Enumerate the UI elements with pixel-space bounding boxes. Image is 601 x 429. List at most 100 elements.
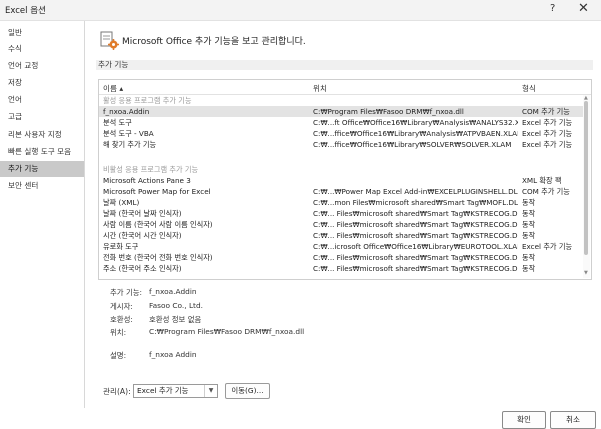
- row-type: 동작: [522, 253, 536, 262]
- manage-select-value: Excel 추가 기능: [137, 386, 189, 395]
- row-type: Excel 추가 기능: [522, 129, 573, 138]
- table-row[interactable]: 해 찾기 추가 기능 C:₩...ffice₩Office16₩Library₩…: [99, 139, 583, 150]
- row-location: C:₩... Files₩microsoft shared₩Smart Tag₩…: [313, 264, 518, 273]
- group-header: 활성 응용 프로그램 추가 기능: [99, 95, 583, 106]
- row-type: 동작: [522, 209, 536, 218]
- column-name-header[interactable]: 이름 ▴: [103, 83, 123, 94]
- detail-description: 설명: f_nxoa Addin: [110, 350, 510, 362]
- row-name: 날짜 (XML): [103, 198, 140, 207]
- sidebar-item-quick-access[interactable]: 빠른 실행 도구 모음: [0, 144, 84, 160]
- detail-publisher: 게시자: Fasoo Co., Ltd.: [110, 301, 510, 313]
- chevron-down-icon[interactable]: ▼: [204, 385, 217, 397]
- group-header: 비활성 응용 프로그램 추가 기능: [99, 164, 583, 175]
- go-button[interactable]: 이동(G)...: [225, 383, 270, 399]
- row-type: Excel 추가 기능: [522, 140, 573, 149]
- sidebar-item-general[interactable]: 일반: [0, 25, 84, 41]
- row-name: 주소 (한국어 주소 인식자): [103, 264, 182, 273]
- row-type: XML 확장 팩: [522, 176, 562, 185]
- row-name: Microsoft Actions Pane 3: [103, 176, 191, 185]
- row-name: 전화 번호 (한국어 전화 번호 인식자): [103, 253, 213, 262]
- help-button[interactable]: ?: [550, 3, 555, 14]
- row-location: C:₩...₩Power Map Excel Add-in₩EXCELPLUGI…: [313, 187, 518, 196]
- gear-addin-icon: [100, 31, 119, 50]
- row-name: f_nxoa.Addin: [103, 107, 150, 116]
- table-row[interactable]: 분석 도구 - VBA C:₩...ffice₩Office16₩Library…: [99, 128, 583, 139]
- window-title: Excel 옵션: [5, 6, 46, 16]
- row-type: 동작: [522, 220, 536, 229]
- table-row[interactable]: 분석 도구 C:₩...ft Office₩Office16₩Library₩A…: [99, 117, 583, 128]
- table-row[interactable]: Microsoft Power Map for Excel C:₩...₩Pow…: [99, 186, 583, 197]
- group-label: 비활성 응용 프로그램 추가 기능: [103, 165, 199, 174]
- row-location: C:₩... Files₩microsoft shared₩Smart Tag₩…: [313, 231, 518, 240]
- table-row[interactable]: 날짜 (XML) C:₩...mon Files₩microsoft share…: [99, 197, 583, 208]
- section-heading: 추가 기능: [96, 60, 593, 70]
- detail-value: C:₩Program Files₩Fasoo DRM₩f_nxoa.dll: [149, 327, 305, 336]
- row-name: 해 찾기 추가 기능: [103, 140, 157, 149]
- row-type: 동작: [522, 264, 536, 273]
- page-title: Microsoft Office 추가 기능을 보고 관리합니다.: [122, 37, 306, 47]
- sidebar-item-customize-ribbon[interactable]: 리본 사용자 지정: [0, 127, 84, 143]
- scrollbar-thumb[interactable]: [584, 101, 588, 255]
- row-type: COM 추가 기능: [522, 107, 570, 116]
- sidebar-item-trust-center[interactable]: 보안 센터: [0, 178, 84, 194]
- sidebar-item-save[interactable]: 저장: [0, 75, 84, 91]
- row-name: 날짜 (한국어 날짜 인식자): [103, 209, 182, 218]
- table-row[interactable]: 유로화 도구 C:₩...icrosoft Office₩Office16₩Li…: [99, 241, 583, 252]
- row-name: 유로화 도구: [103, 242, 139, 251]
- sidebar-item-formulas[interactable]: 수식: [0, 41, 84, 57]
- detail-addin: 추가 기능: f_nxoa.Addin: [110, 287, 510, 299]
- row-location: C:₩...ft Office₩Office16₩Library₩Analysi…: [313, 118, 518, 127]
- row-type: 동작: [522, 198, 536, 207]
- detail-value: f_nxoa.Addin: [149, 287, 197, 296]
- table-row[interactable]: f_nxoa.Addin C:₩Program Files₩Fasoo DRM₩…: [99, 106, 583, 117]
- detail-value: 호환성 정보 없음: [149, 315, 202, 324]
- manage-select[interactable]: Excel 추가 기능 ▼: [133, 384, 218, 398]
- table-row[interactable]: 사람 이름 (한국어 사람 이름 인식자) C:₩... Files₩micro…: [99, 219, 583, 230]
- sidebar-item-proofing[interactable]: 언어 교정: [0, 58, 84, 74]
- detail-value: f_nxoa Addin: [149, 350, 197, 359]
- row-location: C:₩... Files₩microsoft shared₩Smart Tag₩…: [313, 253, 518, 262]
- row-location: C:₩... Files₩microsoft shared₩Smart Tag₩…: [313, 209, 518, 218]
- cancel-button[interactable]: 취소: [550, 411, 596, 429]
- row-name: Microsoft Power Map for Excel: [103, 187, 211, 196]
- row-location: C:₩Program Files₩Fasoo DRM₩f_nxoa.dll: [313, 107, 464, 116]
- group-label: 활성 응용 프로그램 추가 기능: [103, 96, 192, 105]
- sidebar-item-addins[interactable]: 추가 기능: [0, 161, 84, 177]
- table-row[interactable]: 날짜 (한국어 날짜 인식자) C:₩... Files₩microsoft s…: [99, 208, 583, 219]
- sidebar-item-advanced[interactable]: 고급: [0, 109, 84, 125]
- detail-label: 호환성:: [110, 315, 133, 324]
- row-type: Excel 추가 기능: [522, 118, 573, 127]
- row-location: C:₩... Files₩microsoft shared₩Smart Tag₩…: [313, 220, 518, 229]
- row-location: C:₩...ffice₩Office16₩Library₩Analysis₩AT…: [313, 129, 518, 138]
- list-scrollbar[interactable]: ▲ ▼: [583, 95, 590, 278]
- table-row[interactable]: Microsoft Actions Pane 3 XML 확장 팩: [99, 175, 583, 186]
- table-row[interactable]: 시간 (한국어 시간 인식자) C:₩... Files₩microsoft s…: [99, 230, 583, 241]
- detail-location: 위치: C:₩Program Files₩Fasoo DRM₩f_nxoa.dl…: [110, 327, 510, 339]
- manage-label: 관리(A):: [103, 387, 131, 396]
- sidebar-item-language[interactable]: 언어: [0, 92, 84, 108]
- row-type: COM 추가 기능: [522, 187, 570, 196]
- row-type: 동작: [522, 231, 536, 240]
- ok-button[interactable]: 확인: [502, 411, 546, 429]
- column-type-header[interactable]: 형식: [522, 83, 536, 94]
- title-bar: Excel 옵션 ? ✕: [0, 0, 601, 21]
- row-location: C:₩...ffice₩Office16₩Library₩SOLVER₩SOLV…: [313, 140, 512, 149]
- table-row[interactable]: 전화 번호 (한국어 전화 번호 인식자) C:₩... Files₩micro…: [99, 252, 583, 263]
- detail-label: 추가 기능:: [110, 288, 143, 297]
- column-location-header[interactable]: 위치: [313, 83, 327, 94]
- table-row[interactable]: 주소 (한국어 주소 인식자) C:₩... Files₩microsoft s…: [99, 263, 583, 274]
- row-name: 사람 이름 (한국어 사람 이름 인식자): [103, 220, 213, 229]
- detail-label: 위치:: [110, 328, 127, 337]
- scroll-down-icon[interactable]: ▼: [584, 270, 588, 276]
- row-name: 분석 도구: [103, 118, 132, 127]
- sidebar: 일반 수식 언어 교정 저장 언어 고급 리본 사용자 지정 빠른 실행 도구 …: [0, 21, 85, 408]
- row-name: 시간 (한국어 시간 인식자): [103, 231, 182, 240]
- close-button[interactable]: ✕: [578, 1, 589, 16]
- row-location: C:₩...icrosoft Office₩Office16₩Library₩E…: [313, 242, 518, 251]
- detail-label: 설명:: [110, 351, 127, 360]
- row-type: Excel 추가 기능: [522, 242, 573, 251]
- detail-label: 게시자:: [110, 302, 133, 311]
- row-name: 분석 도구 - VBA: [103, 129, 154, 138]
- detail-compat: 호환성: 호환성 정보 없음: [110, 314, 510, 326]
- addins-list[interactable]: 이름 ▴ 위치 형식 활성 응용 프로그램 추가 기능 f_nxoa.Addin…: [98, 79, 592, 280]
